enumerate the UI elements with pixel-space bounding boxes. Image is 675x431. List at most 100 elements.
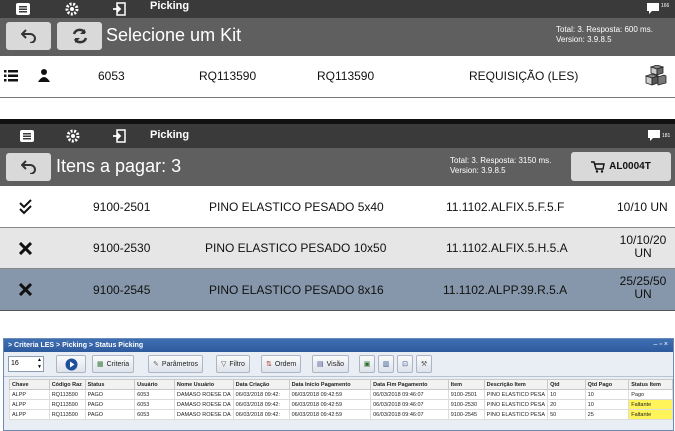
col-nome-usuario[interactable]: Nome Usuário xyxy=(173,379,234,390)
item-quantity: 10/10 UN xyxy=(617,200,668,214)
ordem-button[interactable]: ⇅ Ordem xyxy=(261,355,302,373)
criteria-icon: ▦ xyxy=(97,361,104,368)
visao-button[interactable]: ▤ Visão xyxy=(312,355,350,373)
window-controls[interactable]: –▫× xyxy=(654,341,670,348)
col-data-inicio[interactable]: Data Início Pagamento xyxy=(288,379,372,390)
version-text: Version: 3.9.8.5 xyxy=(556,35,612,44)
filtro-button[interactable]: ▽ Filtro xyxy=(216,355,250,373)
list-item[interactable]: 9100-2530 PINO ELASTICO PESADO 10x50 11.… xyxy=(0,228,675,269)
cell-codigo: RQ113590 xyxy=(48,399,86,410)
cell-item: 9100-2530 xyxy=(447,399,485,410)
refresh-button[interactable] xyxy=(57,22,102,50)
col-data-fim[interactable]: Data Fim Pagamento xyxy=(370,379,449,390)
col-codigo[interactable]: Código Raz xyxy=(48,379,86,390)
filtro-label: Filtro xyxy=(229,360,245,368)
cart-icon xyxy=(591,160,606,173)
header-bar-1: Selecione um Kit Total: 3. Resposta: 600… xyxy=(0,18,675,56)
export-button[interactable]: ▣ xyxy=(359,355,375,373)
list-item[interactable]: 9100-2545 PINO ELASTICO PESADO 8x16 11.1… xyxy=(0,269,675,311)
menu-icon[interactable] xyxy=(12,0,34,18)
col-qtd-pago[interactable]: Qtd Pago xyxy=(584,379,630,390)
parameters-icon: ✎ xyxy=(153,361,159,368)
app-title: Picking xyxy=(150,129,190,141)
cell-codigo: RQ113590 xyxy=(48,409,86,420)
col-qtd[interactable]: Qtd xyxy=(547,379,586,390)
back-button[interactable] xyxy=(6,153,51,181)
logout-icon[interactable] xyxy=(108,127,130,145)
cell-chave: ALPP xyxy=(9,409,50,420)
back-button[interactable] xyxy=(6,22,51,50)
cell-data-criacao: 06/03/2018 09:42: xyxy=(232,389,290,400)
app-title: Picking xyxy=(150,0,190,12)
col-chave[interactable]: Chave xyxy=(9,379,50,390)
cell-chave: ALPP xyxy=(9,389,50,400)
kit-reference: RQ113590 xyxy=(317,69,375,83)
response-info: Total: 3. Resposta: 600 ms. Version: 3.9… xyxy=(556,25,653,45)
kit-code: RQ113590 xyxy=(199,69,257,83)
top-bar-1: Picking 166 xyxy=(0,0,675,18)
cell-qtd-pago: 25 xyxy=(584,409,630,420)
print-button[interactable]: ⊡ xyxy=(397,355,413,373)
col-usuario[interactable]: Usuário xyxy=(134,379,175,390)
page-size-stepper[interactable]: 16 ▲ ▼ xyxy=(8,356,44,372)
save-button[interactable]: ▥ xyxy=(378,355,394,373)
status-table: Chave Código Raz Status Usuário Nome Usu… xyxy=(9,379,673,420)
cell-data-fim: 06/03/2018 09:46:07 xyxy=(370,399,449,410)
cell-status: PAGO xyxy=(84,389,136,400)
cell-qtd-pago: 10 xyxy=(584,389,630,400)
stepper-arrows-icon[interactable]: ▲ ▼ xyxy=(37,357,42,371)
close-icon xyxy=(18,282,33,299)
close-icon[interactable]: × xyxy=(664,341,670,348)
run-button[interactable] xyxy=(56,355,86,373)
cell-data-fim: 06/03/2018 09:46:07 xyxy=(370,389,449,400)
criteria-button[interactable]: ▦ Criteria xyxy=(92,355,135,373)
logout-icon[interactable] xyxy=(108,0,130,18)
table-row[interactable]: ALPP RQ113590 PAGO 6053 DAMASO ROESE DA … xyxy=(9,399,673,410)
cart-button[interactable]: AL0004T xyxy=(571,152,671,181)
cell-chave: ALPP xyxy=(9,399,50,410)
cell-descricao: PINO ELASTICO PESA xyxy=(483,409,549,420)
item-number: 11.1102.ALPP.39.R.5.A xyxy=(443,283,568,297)
cell-data-criacao: 06/03/2018 09:42: xyxy=(232,399,290,410)
undo-icon xyxy=(20,160,36,174)
cell-codigo: RQ113590 xyxy=(48,389,86,400)
col-status-item[interactable]: Status Item xyxy=(628,379,673,390)
col-descricao-item[interactable]: Descrição Item xyxy=(483,379,549,390)
table-row[interactable]: ALPP RQ113590 PAGO 6053 DAMASO ROESE DA … xyxy=(9,389,673,400)
cell-usuario: 6053 xyxy=(134,389,175,400)
menu-icon[interactable] xyxy=(16,127,38,145)
list-icon[interactable] xyxy=(4,70,18,85)
col-status[interactable]: Status xyxy=(84,379,136,390)
item-number: 11.1102.ALFIX.5.F.5.F xyxy=(446,200,565,214)
item-quantity: 10/10/20 UN xyxy=(617,234,669,260)
close-icon xyxy=(18,241,33,258)
item-quantity-unit: UN xyxy=(634,246,652,260)
chat-icon[interactable]: 166 xyxy=(640,0,669,18)
cell-descricao: PINO ELASTICO PESA xyxy=(483,389,549,400)
chat-icon[interactable]: 181 xyxy=(641,127,671,145)
notification-badge: 181 xyxy=(662,133,671,139)
settings-button[interactable]: ⚒ xyxy=(416,355,432,373)
gear-icon[interactable] xyxy=(61,0,83,18)
page-size-value: 16 xyxy=(11,360,19,367)
list-item[interactable]: 9100-2501 PINO ELASTICO PESADO 5x40 11.1… xyxy=(0,186,675,228)
double-check-icon xyxy=(18,199,34,218)
response-time: Total: 3. Resposta: 600 ms. xyxy=(556,25,653,34)
print-icon: ⊡ xyxy=(402,361,408,368)
table-header-row: Chave Código Raz Status Usuário Nome Usu… xyxy=(9,379,673,390)
parametros-button[interactable]: ✎ Parâmetros xyxy=(148,355,204,373)
gear-icon[interactable] xyxy=(62,127,84,145)
page-title: Selecione um Kit xyxy=(106,25,242,45)
play-icon xyxy=(65,358,77,370)
table-row[interactable]: ALPP RQ113590 PAGO 6053 DAMASO ROESE DA … xyxy=(9,409,673,420)
cell-item: 9100-2501 xyxy=(447,389,485,400)
col-item[interactable]: Item xyxy=(447,379,485,390)
item-quantity-unit: UN xyxy=(634,287,652,301)
cell-nome-usuario: DAMASO ROESE DA xyxy=(173,399,234,410)
criteria-label: Criteria xyxy=(106,360,130,368)
kit-row[interactable]: 6053 RQ113590 RQ113590 REQUISIÇÃO (LES) xyxy=(0,56,675,98)
cell-data-inicio: 06/03/2018 09:42:59 xyxy=(288,399,372,410)
col-data-criacao[interactable]: Data Criação xyxy=(232,379,290,390)
cell-status: PAGO xyxy=(84,399,136,410)
boxes-icon[interactable] xyxy=(644,64,667,90)
